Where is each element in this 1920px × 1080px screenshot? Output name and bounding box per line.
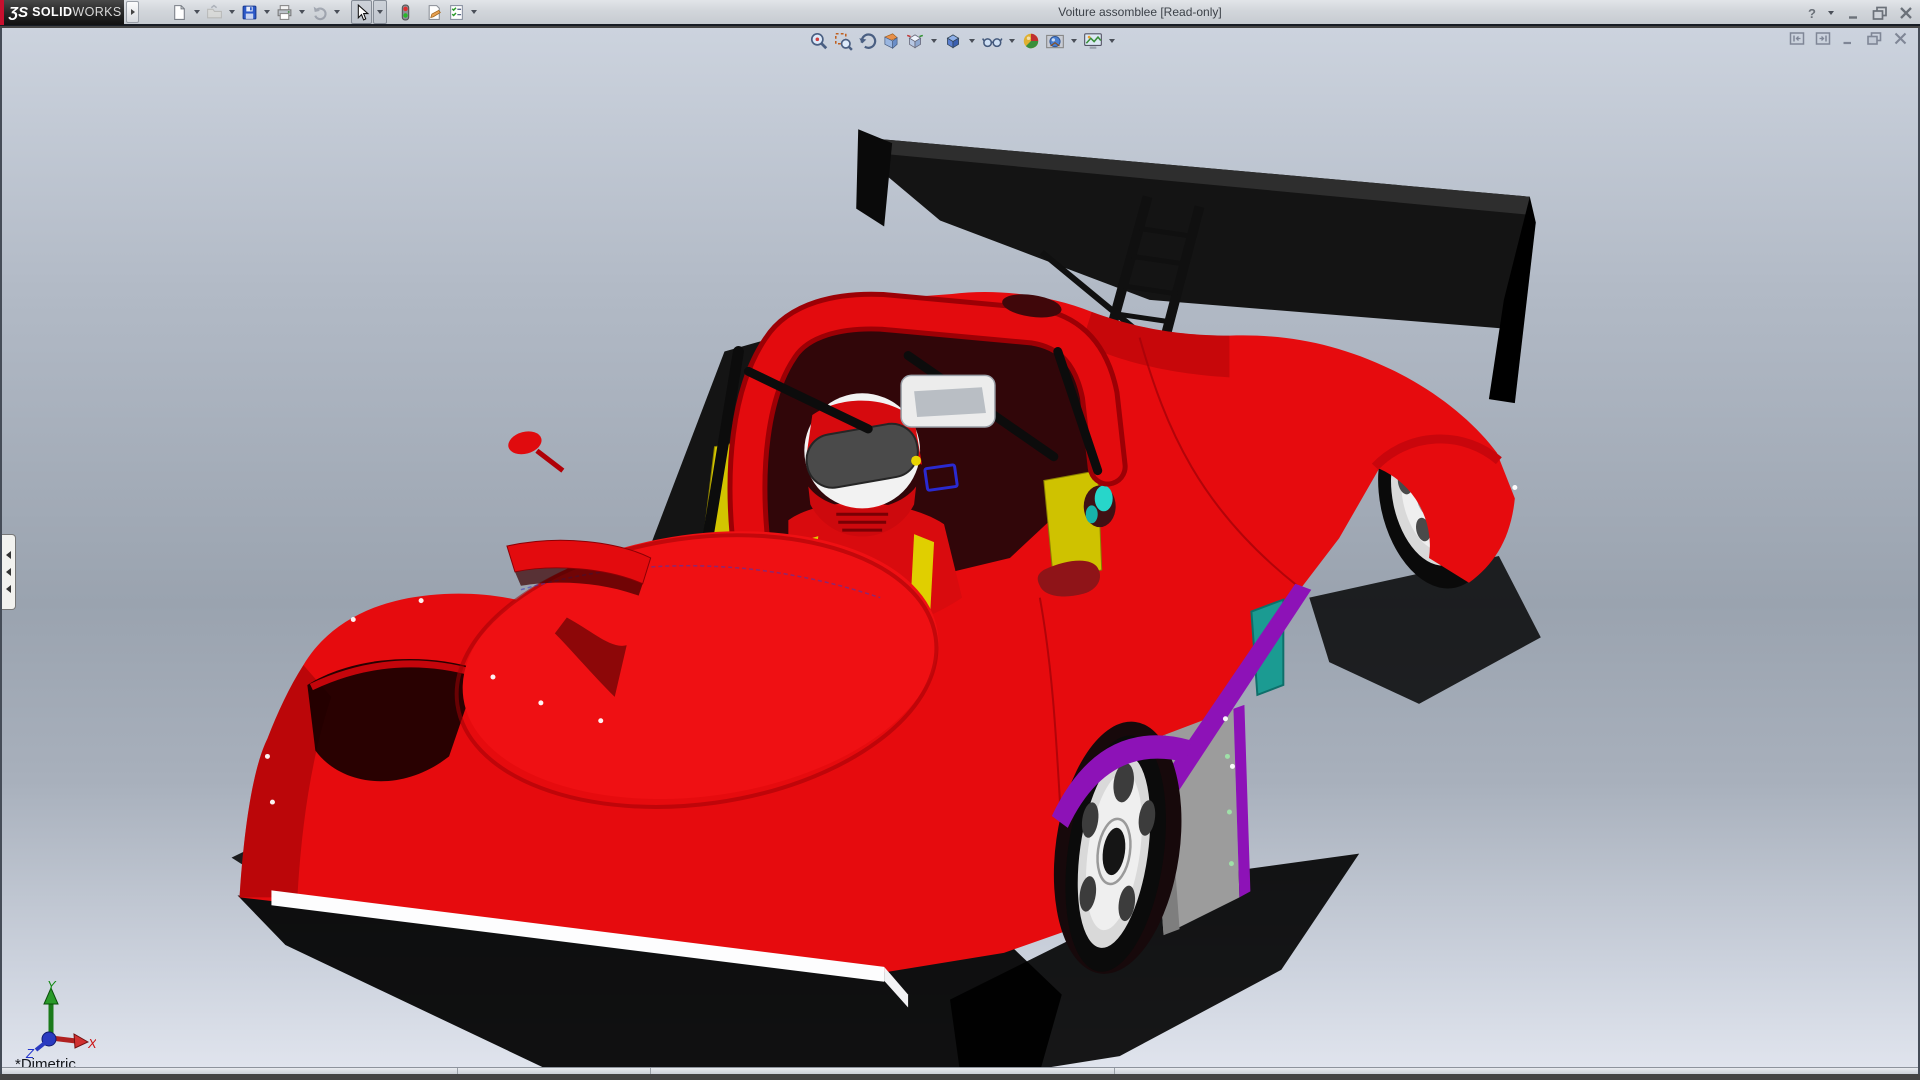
previous-view-button[interactable] <box>856 30 878 52</box>
hide-show-items-caret[interactable] <box>1009 39 1015 43</box>
solidworks-logo-bold: SOLID <box>32 5 72 19</box>
heads-up-view-toolbar <box>808 30 1118 52</box>
view-orientation-cube-icon <box>905 31 925 51</box>
view-settings-monitor-icon <box>1083 31 1103 51</box>
hide-show-glasses-icon <box>981 31 1003 51</box>
graphics-viewport[interactable]: Y X Z *Dimetric <box>0 28 1920 1074</box>
select-cursor-icon <box>353 4 370 21</box>
options-checklist-icon <box>448 4 465 21</box>
expand-pane-arrow-icon <box>6 551 11 559</box>
undo-dropdown-caret[interactable] <box>334 10 340 14</box>
section-view-icon <box>881 31 901 51</box>
apply-scene-button[interactable] <box>1044 30 1066 52</box>
side-mirror[interactable] <box>506 428 563 471</box>
zoom-to-fit-button[interactable] <box>808 30 830 52</box>
view-settings-caret[interactable] <box>1109 39 1115 43</box>
teal-marker-light-small[interactable] <box>1086 505 1098 523</box>
previous-pane-icon[interactable] <box>1789 31 1805 46</box>
title-bar: ƷS SOLIDWORKS <box>0 0 1920 26</box>
document-window-controls <box>1789 31 1908 46</box>
select-dropdown-caret <box>377 10 383 14</box>
options-dropdown-caret[interactable] <box>471 10 477 14</box>
solidworks-logo-light: WORKS <box>72 5 121 19</box>
rear-view-mirror[interactable] <box>901 375 995 427</box>
expand-pane-arrow-icon <box>6 568 11 576</box>
rebuild-traffic-light-icon <box>397 4 414 21</box>
next-pane-icon[interactable] <box>1815 31 1831 46</box>
window-controls: ? <box>1808 0 1914 26</box>
file-properties-button[interactable] <box>424 0 445 24</box>
file-properties-icon <box>426 4 443 21</box>
previous-view-icon <box>857 31 877 51</box>
triad-y-label: Y <box>47 978 57 993</box>
print-icon <box>276 4 293 21</box>
apply-scene-caret[interactable] <box>1071 39 1077 43</box>
minimize-window-icon[interactable] <box>1846 5 1862 21</box>
options-button[interactable] <box>446 0 467 24</box>
display-style-cube-icon <box>943 31 963 51</box>
section-view-button[interactable] <box>880 30 902 52</box>
rebuild-button[interactable] <box>395 0 416 24</box>
flyout-arrow-icon <box>131 9 135 15</box>
solidworks-logo: ƷS SOLIDWORKS <box>0 0 124 25</box>
view-orientation-caret[interactable] <box>931 39 937 43</box>
feature-manager-collapsed-tab[interactable] <box>2 534 16 610</box>
edit-appearance-sphere-icon <box>1021 31 1041 51</box>
apply-scene-icon <box>1045 31 1065 51</box>
zoom-to-fit-icon <box>809 31 829 51</box>
triad-x-label: X <box>87 1036 96 1051</box>
help-dropdown-caret[interactable] <box>1828 11 1834 15</box>
display-style-caret[interactable] <box>969 39 975 43</box>
solidworks-logo-mark: ƷS <box>9 4 28 21</box>
select-tool-button[interactable] <box>351 0 372 24</box>
viewport-canvas[interactable] <box>2 28 1918 1074</box>
save-dropdown-caret[interactable] <box>264 10 270 14</box>
new-dropdown-caret[interactable] <box>194 10 200 14</box>
undo-button[interactable] <box>309 0 330 24</box>
solidworks-window: ƷS SOLIDWORKS <box>0 0 1920 1080</box>
status-strip <box>2 1067 1918 1074</box>
print-button[interactable] <box>274 0 295 24</box>
wing-endplate-left[interactable] <box>856 129 892 226</box>
open-document-button[interactable] <box>204 0 225 24</box>
document-title: Voiture assomblee [Read-only] <box>1058 0 1221 26</box>
open-dropdown-caret[interactable] <box>229 10 235 14</box>
hide-show-items-button[interactable] <box>980 30 1004 52</box>
restore-window-icon[interactable] <box>1871 5 1889 21</box>
standard-toolbar <box>169 0 480 24</box>
help-button[interactable]: ? <box>1808 6 1816 21</box>
undo-icon <box>311 4 328 21</box>
restore-document-icon[interactable] <box>1866 31 1883 46</box>
print-dropdown-caret[interactable] <box>299 10 305 14</box>
zoom-to-area-button[interactable] <box>832 30 854 52</box>
toolbar-flyout-button[interactable] <box>126 1 139 23</box>
save-floppy-icon <box>241 4 258 21</box>
new-document-button[interactable] <box>169 0 190 24</box>
new-document-icon <box>171 4 188 21</box>
select-dropdown-button[interactable] <box>373 0 387 24</box>
zoom-to-area-icon <box>833 31 853 51</box>
close-window-icon[interactable] <box>1898 5 1914 21</box>
display-style-button[interactable] <box>942 30 964 52</box>
save-button[interactable] <box>239 0 260 24</box>
edit-appearance-button[interactable] <box>1020 30 1042 52</box>
view-settings-button[interactable] <box>1082 30 1104 52</box>
teal-marker-light[interactable] <box>1095 486 1113 512</box>
close-document-icon[interactable] <box>1893 31 1908 46</box>
helmet-ear-dot <box>911 456 921 466</box>
orientation-triad[interactable]: Y X Z <box>18 978 96 1058</box>
minimize-document-icon[interactable] <box>1841 31 1856 46</box>
open-folder-icon <box>206 4 223 21</box>
expand-pane-arrow-icon <box>6 585 11 593</box>
view-orientation-button[interactable] <box>904 30 926 52</box>
help-icon: ? <box>1808 6 1816 21</box>
